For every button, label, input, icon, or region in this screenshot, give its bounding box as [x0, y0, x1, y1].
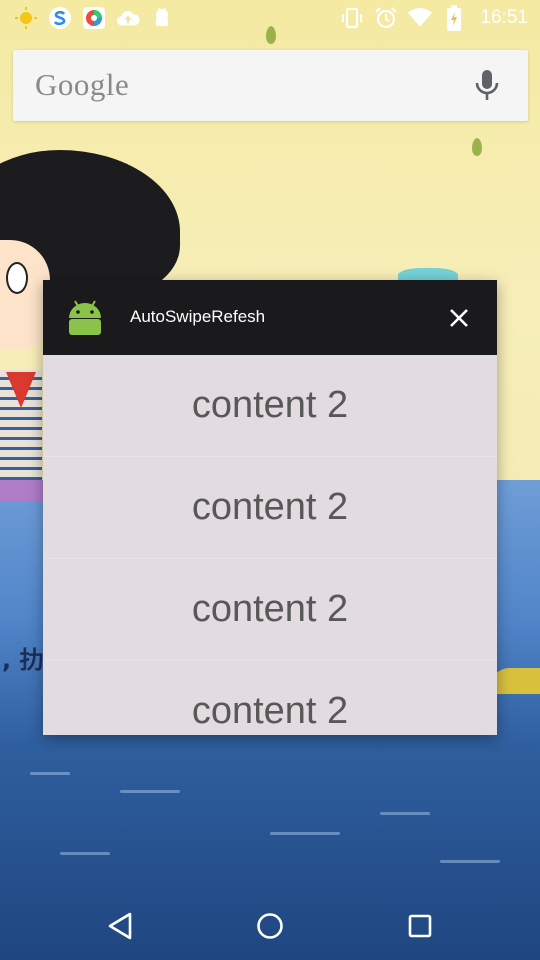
list-item-label: content 2 [191, 486, 349, 528]
app-dialog-window: AutoSwipeRefesh content 2 content 2 cont… [43, 280, 497, 735]
content-list[interactable]: content 2 content 2 content 2 content 2 [43, 355, 497, 735]
list-item-label: content 2 [191, 690, 349, 732]
recents-square-icon[interactable] [402, 908, 438, 944]
alarm-icon [374, 6, 398, 30]
list-item[interactable]: content 2 [43, 457, 497, 559]
wallpaper-ripple [440, 860, 500, 863]
google-logo: Google [35, 67, 130, 102]
wallpaper-boat [490, 668, 540, 694]
list-item[interactable]: content 2 [43, 661, 497, 735]
system-icons: 16:51 [340, 5, 528, 31]
clock-time: 16:51 [480, 7, 528, 28]
list-item-label: content 2 [191, 384, 349, 426]
close-icon[interactable] [445, 304, 473, 332]
back-triangle-icon[interactable] [102, 908, 138, 944]
wallpaper-ripple [270, 832, 340, 835]
cloud-upload-icon [116, 6, 140, 30]
navigation-bar [0, 888, 540, 960]
dialog-title-bar: AutoSwipeRefesh [43, 280, 497, 355]
list-item[interactable]: content 2 [43, 355, 497, 457]
wallpaper-text-fragment: , 扐 [2, 646, 44, 674]
battery-icon [442, 5, 466, 31]
sun-notification-icon [14, 6, 38, 30]
wallpaper-ripple [120, 790, 180, 793]
home-circle-icon[interactable] [252, 908, 288, 944]
vibrate-icon [340, 6, 364, 30]
android-debug-icon [150, 6, 174, 30]
google-search-bar[interactable]: Google [13, 50, 528, 121]
android-icon [65, 298, 105, 338]
wallpaper-character-eye [6, 262, 28, 294]
wifi-icon [408, 6, 433, 30]
s-app-icon [48, 6, 72, 30]
dialog-title: AutoSwipeRefesh [130, 307, 266, 326]
browser-app-icon [82, 6, 106, 30]
status-bar: 16:51 [0, 0, 540, 38]
list-item[interactable]: content 2 [43, 559, 497, 661]
wallpaper-ripple [380, 812, 430, 815]
wallpaper-ripple [30, 772, 70, 775]
list-item-label: content 2 [191, 588, 349, 630]
microphone-icon[interactable] [472, 68, 502, 104]
wallpaper-drop [472, 138, 482, 156]
notification-icons [14, 6, 174, 30]
wallpaper-ripple [60, 852, 110, 855]
